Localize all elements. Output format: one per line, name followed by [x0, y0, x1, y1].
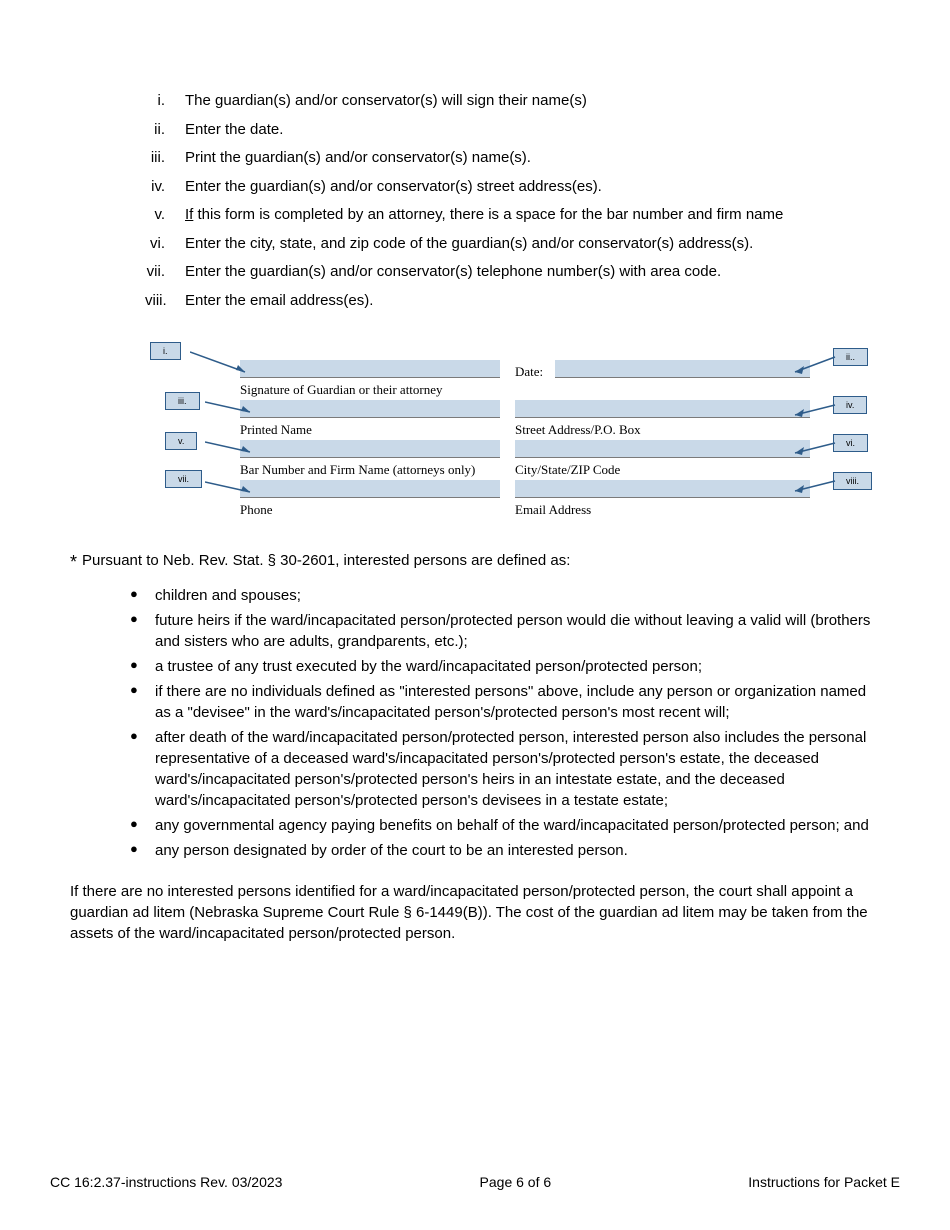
- printed-name-label: Printed Name: [240, 422, 312, 438]
- list-marker: iv.: [145, 176, 185, 199]
- phone-label: Phone: [240, 502, 273, 518]
- callout-vi: vi.: [833, 434, 868, 452]
- callout-i: i.: [150, 342, 181, 360]
- list-marker: iii.: [145, 147, 185, 170]
- list-item: viii. Enter the email address(es).: [145, 290, 880, 313]
- list-marker: i.: [145, 90, 185, 113]
- list-item: ●children and spouses;: [130, 585, 880, 606]
- list-marker: vii.: [145, 261, 185, 284]
- printed-name-field: [240, 400, 500, 418]
- list-item: ●if there are no individuals defined as …: [130, 681, 880, 723]
- callout-v: v.: [165, 432, 197, 450]
- street-label: Street Address/P.O. Box: [515, 422, 641, 438]
- signature-label: Signature of Guardian or their attorney: [240, 382, 443, 398]
- page-footer: CC 16:2.37-instructions Rev. 03/2023 Pag…: [50, 1174, 900, 1190]
- city-label: City/State/ZIP Code: [515, 462, 620, 478]
- callout-viii: viii.: [833, 472, 872, 490]
- list-item: iii. Print the guardian(s) and/or conser…: [145, 147, 880, 170]
- definition-section: * Pursuant to Neb. Rev. Stat. § 30-2601,…: [70, 552, 880, 944]
- email-field: [515, 480, 810, 498]
- closing-paragraph: If there are no interested persons ident…: [70, 881, 880, 944]
- date-field: [555, 360, 810, 378]
- list-marker: vi.: [145, 233, 185, 256]
- bullet-list: ●children and spouses; ●future heirs if …: [130, 585, 880, 861]
- list-marker: viii.: [145, 290, 185, 313]
- list-marker: v.: [145, 204, 185, 227]
- callout-iv: iv.: [833, 396, 867, 414]
- list-text: Enter the email address(es).: [185, 290, 880, 313]
- bar-label: Bar Number and Firm Name (attorneys only…: [240, 462, 475, 478]
- form-diagram: Date: Signature of Guardian or their att…: [110, 342, 880, 512]
- callout-ii: ii..: [833, 348, 868, 366]
- list-item: ●a trustee of any trust executed by the …: [130, 656, 880, 677]
- list-item: ●any person designated by order of the c…: [130, 840, 880, 861]
- list-item: ●after death of the ward/incapacitated p…: [130, 727, 880, 811]
- footer-left: CC 16:2.37-instructions Rev. 03/2023: [50, 1174, 282, 1190]
- street-field: [515, 400, 810, 418]
- city-field: [515, 440, 810, 458]
- footer-right: Instructions for Packet E: [748, 1174, 900, 1190]
- list-text: The guardian(s) and/or conservator(s) wi…: [185, 90, 880, 113]
- list-item: vi. Enter the city, state, and zip code …: [145, 233, 880, 256]
- list-item: vii. Enter the guardian(s) and/or conser…: [145, 261, 880, 284]
- list-item: ●any governmental agency paying benefits…: [130, 815, 880, 836]
- list-item: ii. Enter the date.: [145, 119, 880, 142]
- list-text: Enter the guardian(s) and/or conservator…: [185, 261, 880, 284]
- list-text: Enter the city, state, and zip code of t…: [185, 233, 880, 256]
- callout-vii: vii.: [165, 470, 202, 488]
- date-label: Date:: [515, 364, 543, 380]
- list-item: i. The guardian(s) and/or conservator(s)…: [145, 90, 880, 113]
- list-item: ●future heirs if the ward/incapacitated …: [130, 610, 880, 652]
- list-text: Print the guardian(s) and/or conservator…: [185, 147, 880, 170]
- bar-field: [240, 440, 500, 458]
- list-text: Enter the date.: [185, 119, 880, 142]
- list-marker: ii.: [145, 119, 185, 142]
- list-item: iv. Enter the guardian(s) and/or conserv…: [145, 176, 880, 199]
- email-label: Email Address: [515, 502, 591, 518]
- list-text: Enter the guardian(s) and/or conservator…: [185, 176, 880, 199]
- footer-center: Page 6 of 6: [480, 1174, 552, 1190]
- list-text: If this form is completed by an attorney…: [185, 204, 880, 227]
- signature-field: [240, 360, 500, 378]
- callout-iii: iii.: [165, 392, 200, 410]
- instruction-list: i. The guardian(s) and/or conservator(s)…: [145, 90, 880, 312]
- list-item: v. If this form is completed by an attor…: [145, 204, 880, 227]
- phone-field: [240, 480, 500, 498]
- definition-intro: * Pursuant to Neb. Rev. Stat. § 30-2601,…: [70, 552, 880, 573]
